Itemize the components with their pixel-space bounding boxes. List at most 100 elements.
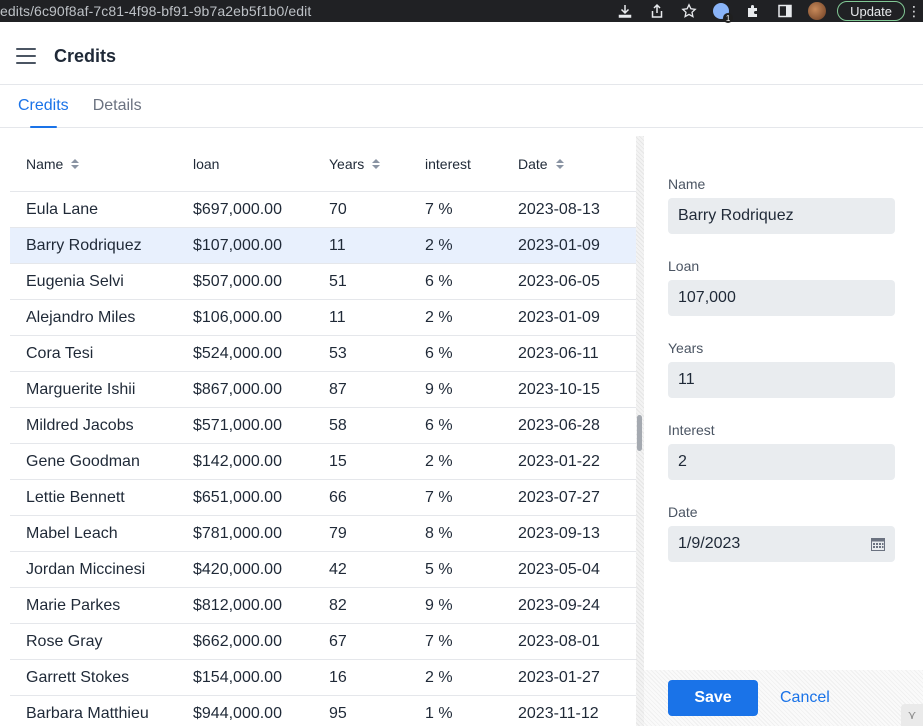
download-icon[interactable] (609, 0, 641, 22)
cell-interest: 6 % (425, 272, 453, 290)
table-row[interactable]: Cora Tesi $524,000.00 53 6 % 2023-06-11 (10, 336, 636, 372)
cell-name: Marguerite Ishii (26, 380, 136, 398)
cell-interest: 1 % (425, 704, 453, 722)
interest-field[interactable]: 2 (668, 444, 895, 480)
cell-loan: $812,000.00 (193, 596, 282, 614)
years-field[interactable]: 11 (668, 362, 895, 398)
cell-name: Eula Lane (26, 200, 99, 218)
table-row[interactable]: Barry Rodriquez $107,000.00 11 2 % 2023-01-0… (10, 228, 636, 264)
tab-bar: Credits Details (0, 85, 923, 128)
cell-loan: $651,000.00 (193, 488, 282, 506)
cell-interest: 2 % (425, 236, 453, 254)
cell-loan: $697,000.00 (193, 200, 282, 218)
table-row[interactable]: Lettie Bennett $651,000.00 66 7 % 2023-07-27 (10, 480, 636, 516)
cell-name: Mabel Leach (26, 524, 118, 542)
share-icon[interactable] (641, 0, 673, 22)
column-header-loan: loan (193, 155, 220, 172)
column-header-date[interactable]: Date (518, 156, 636, 172)
editor-footer: Save Cancel ⋎ (644, 670, 923, 726)
star-icon[interactable] (673, 0, 705, 22)
cell-date: 2023-08-01 (518, 632, 600, 650)
cell-years: 67 (329, 632, 347, 650)
extension-badge: 1 (723, 13, 734, 23)
cell-name: Eugenia Selvi (26, 272, 124, 290)
calendar-icon[interactable] (871, 537, 885, 551)
cell-date: 2023-06-28 (518, 416, 600, 434)
browser-actions: 1 Update ⋮ (609, 0, 923, 23)
table-row[interactable]: Marie Parkes $812,000.00 82 9 % 2023-09-24 (10, 588, 636, 624)
cell-interest: 6 % (425, 416, 453, 434)
sort-icon[interactable] (555, 158, 564, 169)
cell-loan: $142,000.00 (193, 452, 282, 470)
table-row[interactable]: Mildred Jacobs $571,000.00 58 6 % 2023-06-28 (10, 408, 636, 444)
sort-icon[interactable] (71, 158, 80, 169)
tab-details[interactable]: Details (93, 97, 142, 127)
address-bar[interactable]: edits/6c90f8af-7c81-4f98-bf91-9b7a2eb5f1… (0, 3, 311, 19)
cell-interest: 2 % (425, 668, 453, 686)
cell-years: 51 (329, 272, 347, 290)
interest-label: Interest (668, 422, 715, 438)
cell-years: 53 (329, 344, 347, 362)
cell-years: 11 (329, 308, 346, 326)
cell-name: Lettie Bennett (26, 488, 125, 506)
tab-credits[interactable]: Credits (18, 97, 69, 128)
cell-loan: $107,000.00 (193, 236, 282, 254)
cell-loan: $781,000.00 (193, 524, 282, 542)
cell-loan: $524,000.00 (193, 344, 282, 362)
more-vert-icon[interactable]: ⋮ (905, 3, 923, 20)
table-row[interactable]: Garrett Stokes $154,000.00 16 2 % 2023-01-27 (10, 660, 636, 696)
cell-loan: $154,000.00 (193, 668, 282, 686)
cell-interest: 6 % (425, 344, 453, 362)
table-row[interactable]: Gene Goodman $142,000.00 15 2 % 2023-01-22 (10, 444, 636, 480)
cell-interest: 5 % (425, 560, 453, 578)
sidebar-icon[interactable] (769, 0, 801, 22)
cell-years: 82 (329, 596, 347, 614)
cell-date: 2023-11-12 (518, 704, 599, 722)
cell-interest: 8 % (425, 524, 453, 542)
avatar[interactable] (801, 0, 833, 22)
cell-loan: $106,000.00 (193, 308, 282, 326)
name-label: Name (668, 176, 706, 192)
dev-tools-icon[interactable]: ⋎ (901, 704, 923, 726)
cell-date: 2023-09-13 (518, 524, 600, 542)
app-header: Credits (0, 28, 923, 85)
sort-icon[interactable] (372, 158, 381, 169)
table-row[interactable]: Rose Gray $662,000.00 67 7 % 2023-08-01 (10, 624, 636, 660)
table-row[interactable]: Eula Lane $697,000.00 70 7 % 2023-08-13 (10, 192, 636, 228)
table-row[interactable]: Eugenia Selvi $507,000.00 51 6 % 2023-06-05 (10, 264, 636, 300)
cell-loan: $944,000.00 (193, 704, 282, 722)
column-header-name[interactable]: Name (10, 156, 193, 172)
editor-panel: Name Barry Rodriquez Loan 107,000 Years … (644, 136, 923, 726)
cell-years: 70 (329, 200, 347, 218)
profile-extension-icon[interactable]: 1 (705, 0, 737, 23)
cancel-button[interactable]: Cancel (780, 689, 830, 707)
loan-label: Loan (668, 258, 700, 274)
column-header-years[interactable]: Years (329, 156, 425, 172)
cell-loan: $571,000.00 (193, 416, 282, 434)
date-field[interactable]: 1/9/2023 (668, 526, 895, 562)
cell-interest: 2 % (425, 308, 453, 326)
update-button[interactable]: Update (837, 1, 905, 21)
save-button[interactable]: Save (668, 680, 758, 716)
loan-field[interactable]: 107,000 (668, 280, 895, 316)
cell-date: 2023-01-09 (518, 236, 600, 254)
cell-name: Gene Goodman (26, 452, 140, 470)
cell-date: 2023-10-15 (518, 380, 600, 398)
table-row[interactable]: Barbara Matthieu $944,000.00 95 1 % 2023-11-… (10, 696, 636, 726)
years-label: Years (668, 340, 704, 356)
cell-name: Alejandro Miles (26, 308, 136, 326)
cell-years: 95 (329, 704, 347, 722)
cell-date: 2023-01-22 (518, 452, 600, 470)
extension-icon[interactable] (737, 0, 769, 22)
cell-years: 87 (329, 380, 347, 398)
table-row[interactable]: Marguerite Ishii $867,000.00 87 9 % 2023-10-… (10, 372, 636, 408)
name-field[interactable]: Barry Rodriquez (668, 198, 895, 234)
grid-scrollbar[interactable] (636, 136, 644, 726)
table-row[interactable]: Jordan Miccinesi $420,000.00 42 5 % 2023-05-… (10, 552, 636, 588)
cell-name: Jordan Miccinesi (26, 560, 146, 578)
table-row[interactable]: Mabel Leach $781,000.00 79 8 % 2023-09-13 (10, 516, 636, 552)
column-header-interest: interest (425, 155, 471, 172)
table-row[interactable]: Alejandro Miles $106,000.00 11 2 % 2023-01-0… (10, 300, 636, 336)
menu-icon[interactable] (16, 48, 36, 64)
scrollbar-thumb[interactable] (637, 415, 642, 451)
